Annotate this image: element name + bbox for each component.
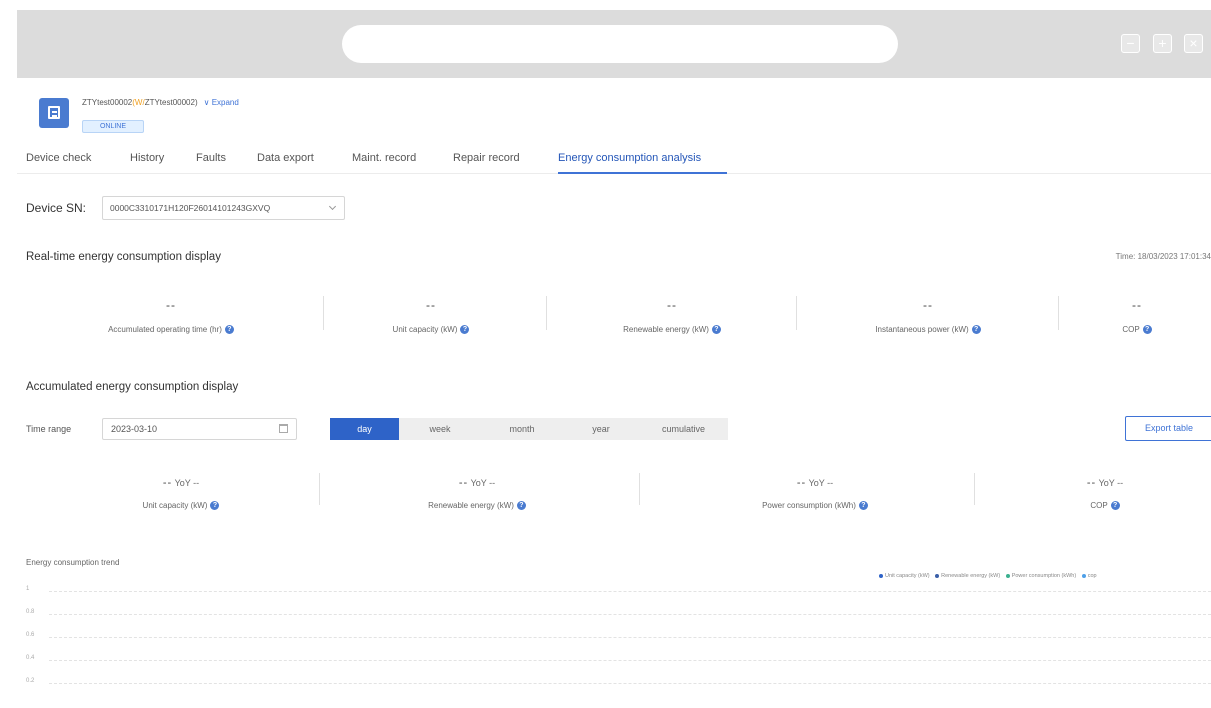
help-icon[interactable]: ? (460, 325, 470, 335)
time-range-label: Time range (26, 424, 72, 434)
close-button[interactable]: × (1184, 34, 1203, 53)
device-sn-value: 0000C3310171H120F26014101243GXVQ (110, 203, 271, 213)
expand-link[interactable]: ∨ Expand (204, 98, 239, 107)
device-name: ZTYtest00002(W/ZTYtest00002) ∨ Expand (82, 98, 239, 107)
y-tick: 1 (26, 586, 30, 592)
maximize-button[interactable]: + (1153, 34, 1172, 53)
page-content: ZTYtest00002(W/ZTYtest00002) ∨ Expand ONL… (17, 78, 1211, 708)
realtime-timestamp: Time: 18/03/2023 17:01:34 (1115, 252, 1211, 261)
export-table-button[interactable]: Export table (1125, 416, 1211, 441)
period-cumulative-button[interactable]: cumulative (639, 418, 728, 440)
divider (546, 296, 547, 330)
tab-maint-record[interactable]: Maint. record (352, 152, 416, 164)
period-switch: day week month year cumulative (330, 418, 728, 440)
help-icon[interactable]: ? (858, 501, 868, 511)
tab-faults[interactable]: Faults (196, 152, 226, 164)
metric-instantaneous-power: -- Instantaneous power (kW)? (818, 298, 1038, 335)
device-building-icon (39, 98, 69, 128)
acc-metric-power-consumption: -- YoY -- Power consumption (kWh)? (695, 477, 935, 511)
acc-metric-cop: -- YoY -- COP? (1086, 477, 1124, 511)
gridline (49, 637, 1211, 638)
trend-title: Energy consumption trend (26, 558, 120, 567)
divider (1058, 296, 1059, 330)
help-icon[interactable]: ? (971, 325, 981, 335)
gridline (49, 614, 1211, 615)
tab-energy-consumption-analysis[interactable]: Energy consumption analysis (558, 152, 701, 164)
device-name-secondary: ZTYtest00002) (144, 98, 198, 107)
realtime-title: Real-time energy consumption display (26, 251, 221, 263)
gridline (49, 591, 1211, 592)
help-icon[interactable]: ? (210, 501, 220, 511)
address-bar[interactable] (342, 25, 898, 63)
tab-bar: Device check History Faults Data export … (17, 146, 1211, 174)
acc-metric-renewable-energy: -- YoY -- Renewable energy (kW)? (357, 477, 597, 511)
acc-metric-unit-capacity: -- YoY -- Unit capacity (kW)? (61, 477, 301, 511)
gridline (49, 660, 1211, 661)
y-tick: 0.8 (26, 609, 35, 615)
device-name-primary: ZTYtest00002 (82, 98, 133, 107)
date-picker[interactable]: 2023-03-10 (102, 418, 297, 440)
divider (974, 473, 975, 505)
minimize-button[interactable]: − (1121, 34, 1140, 53)
tab-history[interactable]: History (130, 152, 164, 164)
legend-item[interactable]: Unit capacity (kW) (885, 573, 930, 579)
y-tick: 0.6 (26, 632, 35, 638)
metric-unit-capacity: -- Unit capacity (kW)? (321, 298, 541, 335)
period-day-button[interactable]: day (330, 418, 399, 440)
legend-item[interactable]: Renewable energy (kW) (941, 573, 1000, 579)
y-tick: 0.4 (26, 655, 35, 661)
legend-dot (1005, 573, 1010, 578)
legend-dot (1081, 573, 1086, 578)
accumulated-title: Accumulated energy consumption display (26, 381, 239, 393)
chevron-down-icon (328, 202, 337, 211)
chart-legend: Unit capacity (kW) Renewable energy (kW)… (875, 573, 1097, 579)
browser-toolbar: − + × (17, 10, 1211, 78)
device-name-separator: (W/ (132, 98, 145, 107)
tab-data-export[interactable]: Data export (257, 152, 314, 164)
device-sn-select[interactable]: 0000C3310171H120F26014101243GXVQ (102, 196, 345, 220)
help-icon[interactable]: ? (224, 325, 234, 335)
period-month-button[interactable]: month (481, 418, 563, 440)
metric-cop: -- COP? (1067, 298, 1207, 335)
legend-item[interactable]: cop (1088, 573, 1097, 579)
help-icon[interactable]: ? (516, 501, 526, 511)
help-icon[interactable]: ? (1142, 325, 1152, 335)
status-badge: ONLINE (82, 120, 144, 133)
legend-dot (935, 573, 940, 578)
calendar-icon (279, 424, 288, 433)
help-icon[interactable]: ? (1110, 501, 1120, 511)
divider (796, 296, 797, 330)
tab-repair-record[interactable]: Repair record (453, 152, 520, 164)
divider (319, 473, 320, 505)
metric-renewable-energy: -- Renewable energy (kW)? (562, 298, 782, 335)
period-week-button[interactable]: week (399, 418, 481, 440)
legend-item[interactable]: Power consumption (kWh) (1012, 573, 1077, 579)
metric-accumulated-operating-time: -- Accumulated operating time (hr)? (61, 298, 281, 335)
tab-device-check[interactable]: Device check (26, 152, 91, 164)
active-tab-indicator (558, 172, 727, 174)
period-year-button[interactable]: year (563, 418, 639, 440)
y-tick: 0.2 (26, 678, 35, 684)
legend-dot (879, 573, 883, 578)
gridline (49, 683, 1211, 684)
help-icon[interactable]: ? (711, 325, 721, 335)
device-sn-label: Device SN: (26, 201, 87, 215)
divider (639, 473, 640, 505)
date-value: 2023-03-10 (111, 424, 158, 434)
